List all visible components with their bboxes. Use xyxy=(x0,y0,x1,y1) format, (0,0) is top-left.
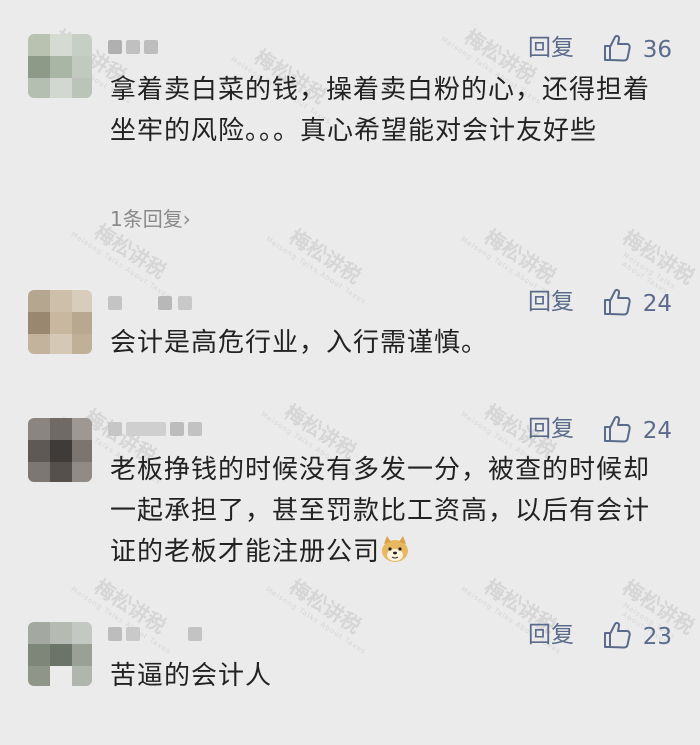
reply-button[interactable]: 回复 xyxy=(528,34,574,62)
comment-text: 苦逼的会计人 xyxy=(110,661,273,691)
replies-link[interactable]: 1条回复› xyxy=(110,203,191,232)
comment-text: 会计是高危行业，入行需谨慎。 xyxy=(110,328,489,358)
commenter-name[interactable] xyxy=(108,296,198,312)
like-button[interactable]: 24 xyxy=(601,286,672,322)
like-count: 23 xyxy=(642,624,672,650)
reply-button[interactable]: 回复 xyxy=(528,415,574,443)
like-button[interactable]: 24 xyxy=(601,413,672,449)
avatar[interactable] xyxy=(28,34,92,98)
avatar[interactable] xyxy=(28,290,92,354)
avatar[interactable] xyxy=(28,622,92,686)
comment-text: 老板挣钱的时候没有多发一分，被查的时候却一起承担了，甚至罚款比工资高，以后有会计… xyxy=(110,455,651,567)
commenter-name[interactable] xyxy=(108,627,208,643)
comment-text: 拿着卖白菜的钱，操着卖白粉的心，还得担着坐牢的风险。。。真心希望能对会计友好些 xyxy=(110,75,651,146)
commenter-name[interactable] xyxy=(108,40,168,56)
watermark: 梅松讲税Meisong Talks About Taxes xyxy=(264,574,368,657)
thumbs-up-icon xyxy=(601,32,633,68)
watermark: 梅松讲税Meisong Talks About Taxes xyxy=(264,224,368,307)
doge-emoji-icon xyxy=(380,534,410,564)
like-count: 24 xyxy=(642,418,672,444)
reply-button[interactable]: 回复 xyxy=(528,621,574,649)
avatar[interactable] xyxy=(28,418,92,482)
like-count: 24 xyxy=(642,291,672,317)
like-button[interactable]: 23 xyxy=(601,619,672,655)
thumbs-up-icon xyxy=(601,619,633,655)
like-count: 36 xyxy=(642,37,672,63)
chevron-right-icon: › xyxy=(182,207,191,231)
reply-button[interactable]: 回复 xyxy=(528,288,574,316)
thumbs-up-icon xyxy=(601,286,633,322)
like-button[interactable]: 36 xyxy=(601,32,672,68)
commenter-name[interactable] xyxy=(108,422,218,438)
thumbs-up-icon xyxy=(601,413,633,449)
